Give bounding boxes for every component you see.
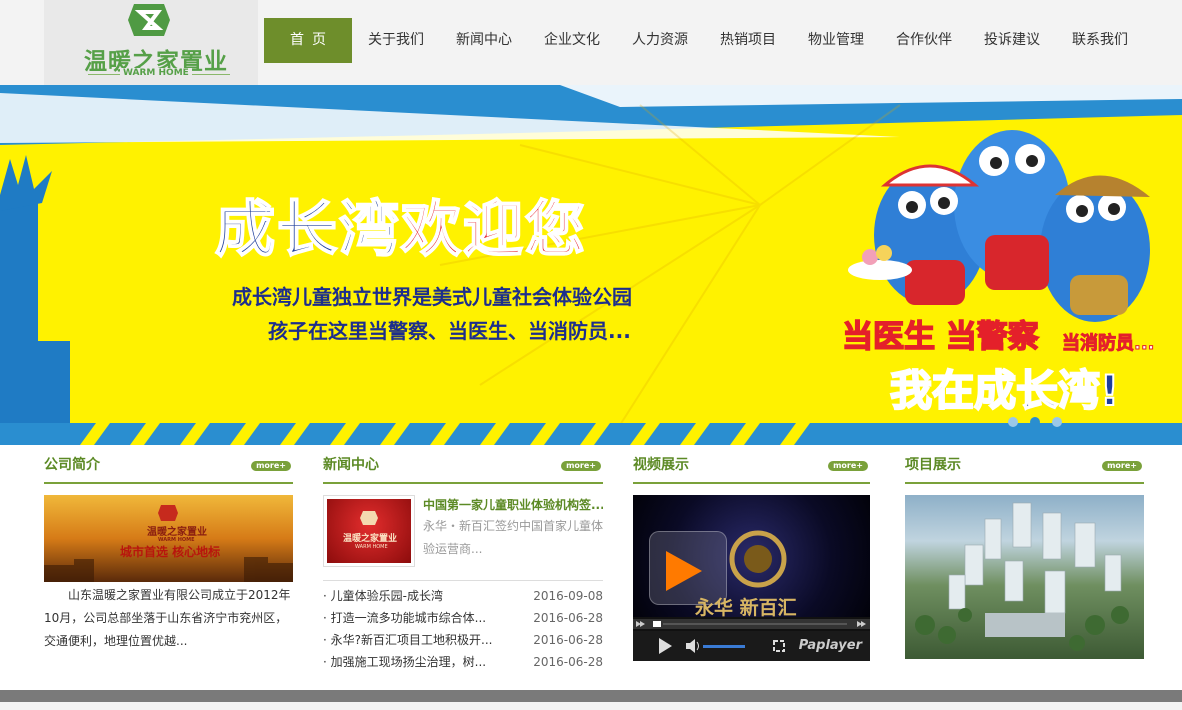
logo-mark-icon — [128, 4, 170, 36]
nav-item-home[interactable]: 首页 — [264, 18, 352, 63]
site-header: 温暖之家置业 WARM HOME 首页 关于我们 新闻中心 企业文化 人力资源 … — [0, 0, 1182, 85]
footer-edge — [0, 702, 1182, 710]
site-logo[interactable]: 温暖之家置业 WARM HOME — [44, 0, 258, 85]
news-item-date: 2016-06-28 — [533, 655, 603, 669]
news-divider — [323, 580, 603, 581]
banner-headline-blue: 成长湾 — [214, 194, 401, 266]
about-image[interactable]: 温暖之家置业 WARM HOME 城市首选 核心地标 — [44, 495, 293, 582]
nav-item-complaints[interactable]: 投诉建议 — [968, 18, 1056, 63]
news-item-title[interactable]: · 永华?新百汇项目工地积极开... — [323, 629, 492, 651]
video-title-text: 视频展示 — [633, 457, 689, 473]
banner-roles: 当医生 当警察 — [841, 318, 1039, 356]
nav-item-property[interactable]: 物业管理 — [792, 18, 880, 63]
projects-title-text: 项目展示 — [905, 457, 961, 473]
play-button-icon[interactable] — [655, 636, 675, 656]
news-item-date: 2016-06-28 — [533, 611, 603, 625]
news-featured-text: 中国第一家儿童职业体验机构签... 永华・新百汇签约中国首家儿童体验运营商... — [423, 495, 603, 567]
fullscreen-icon[interactable] — [771, 638, 787, 654]
news-item-title[interactable]: · 打造一流多功能城市综合体... — [323, 607, 486, 629]
carousel-dots — [1008, 417, 1062, 427]
news-item-title[interactable]: · 儿童体验乐园-成长湾 — [323, 585, 443, 607]
carousel-dot[interactable] — [1052, 417, 1062, 427]
news-more-button[interactable]: more+ — [561, 461, 601, 471]
about-title: 公司简介 more+ — [44, 450, 293, 484]
video-progress-bar[interactable] — [633, 619, 870, 629]
about-image-logo: 温暖之家置业 — [147, 527, 207, 538]
video-progress-icons — [636, 621, 866, 627]
banner-line-2: 孩子在这里当警察、当医生、当消防员... — [268, 319, 631, 343]
video-overlay-text: 永华 新百汇 — [695, 597, 797, 619]
news-title: 新闻中心 more+ — [323, 450, 603, 484]
project-buildings-illustration — [915, 502, 1129, 651]
banner-slogan: 我在成长湾! — [889, 357, 1120, 418]
player-brand: Paplayer — [798, 638, 862, 653]
nav-item-partners[interactable]: 合作伙伴 — [880, 18, 968, 63]
news-thumb-image: 温暖之家置业 WARM HOME — [327, 499, 411, 563]
news-list-item[interactable]: · 加强施工现场扬尘治理，树... 2016-06-28 — [323, 651, 603, 673]
news-section: 新闻中心 more+ 温暖之家置业 WARM HOME 中国第一家儿童职业体验机… — [323, 450, 603, 673]
news-list-item[interactable]: · 打造一流多功能城市综合体... 2016-06-28 — [323, 607, 603, 629]
news-thumb-logo: 温暖之家置业 — [343, 534, 398, 544]
nav-item-news[interactable]: 新闻中心 — [440, 18, 528, 63]
banner-slogan-blue: 成长湾! — [973, 365, 1120, 416]
hero-banner[interactable]: 成长湾欢迎您 成长湾儿童独立世界是美式儿童社会体验公园 孩子在这里当警察、当医生… — [0, 85, 1182, 445]
news-thumb-logo-en: WARM HOME — [355, 544, 388, 550]
video-section: 视频展示 more+ 永华 新百汇 Paplayer — [633, 450, 870, 661]
volume-slider[interactable] — [703, 645, 745, 648]
banner-headline: 成长湾欢迎您 — [214, 181, 587, 268]
banner-slogan-red: 我在 — [889, 365, 975, 416]
nav-item-about[interactable]: 关于我们 — [352, 18, 440, 63]
play-icon[interactable] — [666, 551, 702, 591]
news-list-item[interactable]: · 儿童体验乐园-成长湾 2016-09-08 — [323, 585, 603, 607]
about-image-slogan: 城市首选 核心地标 — [120, 545, 221, 559]
news-list-item[interactable]: · 永华?新百汇项目工地积极开... 2016-06-28 — [323, 629, 603, 651]
news-featured-title[interactable]: 中国第一家儿童职业体验机构签... — [423, 495, 603, 515]
nav-item-culture[interactable]: 企业文化 — [528, 18, 616, 63]
projects-more-button[interactable]: more+ — [1102, 461, 1142, 471]
news-item-title[interactable]: · 加强施工现场扬尘治理，树... — [323, 651, 486, 673]
video-more-button[interactable]: more+ — [828, 461, 868, 471]
about-title-text: 公司简介 — [44, 457, 100, 473]
news-list: · 儿童体验乐园-成长湾 2016-09-08 · 打造一流多功能城市综合体..… — [323, 585, 603, 673]
carousel-dot-active[interactable] — [1030, 417, 1040, 427]
nav-item-hr[interactable]: 人力资源 — [616, 18, 704, 63]
about-section: 公司简介 more+ 温暖之家置业 WARM HOME 城市首选 核心地标 山东… — [44, 450, 293, 653]
banner-roles-extra: 当消防员... — [1062, 333, 1156, 355]
video-player[interactable]: 永华 新百汇 Paplayer — [633, 495, 870, 661]
footer-bar — [0, 690, 1182, 702]
news-title-text: 新闻中心 — [323, 457, 379, 473]
banner-headline-red: 欢迎您 — [400, 194, 587, 266]
news-featured-desc: 永华・新百汇签约中国首家儿童体验运营商... — [423, 519, 604, 556]
video-title: 视频展示 more+ — [633, 450, 870, 484]
about-description: 山东温暖之家置业有限公司成立于2012年10月，公司总部坐落于山东省济宁市兖州区… — [44, 588, 291, 648]
projects-section: 项目展示 more+ — [905, 450, 1144, 659]
main-nav: 首页 关于我们 新闻中心 企业文化 人力资源 热销项目 物业管理 合作伙伴 投诉… — [264, 18, 1144, 63]
news-item-date: 2016-06-28 — [533, 633, 603, 647]
news-featured[interactable]: 温暖之家置业 WARM HOME 中国第一家儿童职业体验机构签... 永华・新百… — [323, 495, 603, 567]
news-featured-thumb[interactable]: 温暖之家置业 WARM HOME — [323, 495, 415, 567]
volume-icon[interactable] — [685, 638, 703, 654]
nav-item-contact[interactable]: 联系我们 — [1056, 18, 1144, 63]
carousel-dot[interactable] — [1008, 417, 1018, 427]
nav-item-hot-projects[interactable]: 热销项目 — [704, 18, 792, 63]
about-more-button[interactable]: more+ — [251, 461, 291, 471]
video-controls: Paplayer — [633, 631, 870, 661]
projects-title: 项目展示 more+ — [905, 450, 1144, 484]
news-item-date: 2016-09-08 — [533, 589, 603, 603]
project-image[interactable] — [905, 495, 1144, 659]
mascot-frogs-illustration — [848, 130, 1150, 322]
logo-name-en: WARM HOME — [120, 68, 192, 78]
banner-line-1: 成长湾儿童独立世界是美式儿童社会体验公园 — [232, 285, 632, 309]
